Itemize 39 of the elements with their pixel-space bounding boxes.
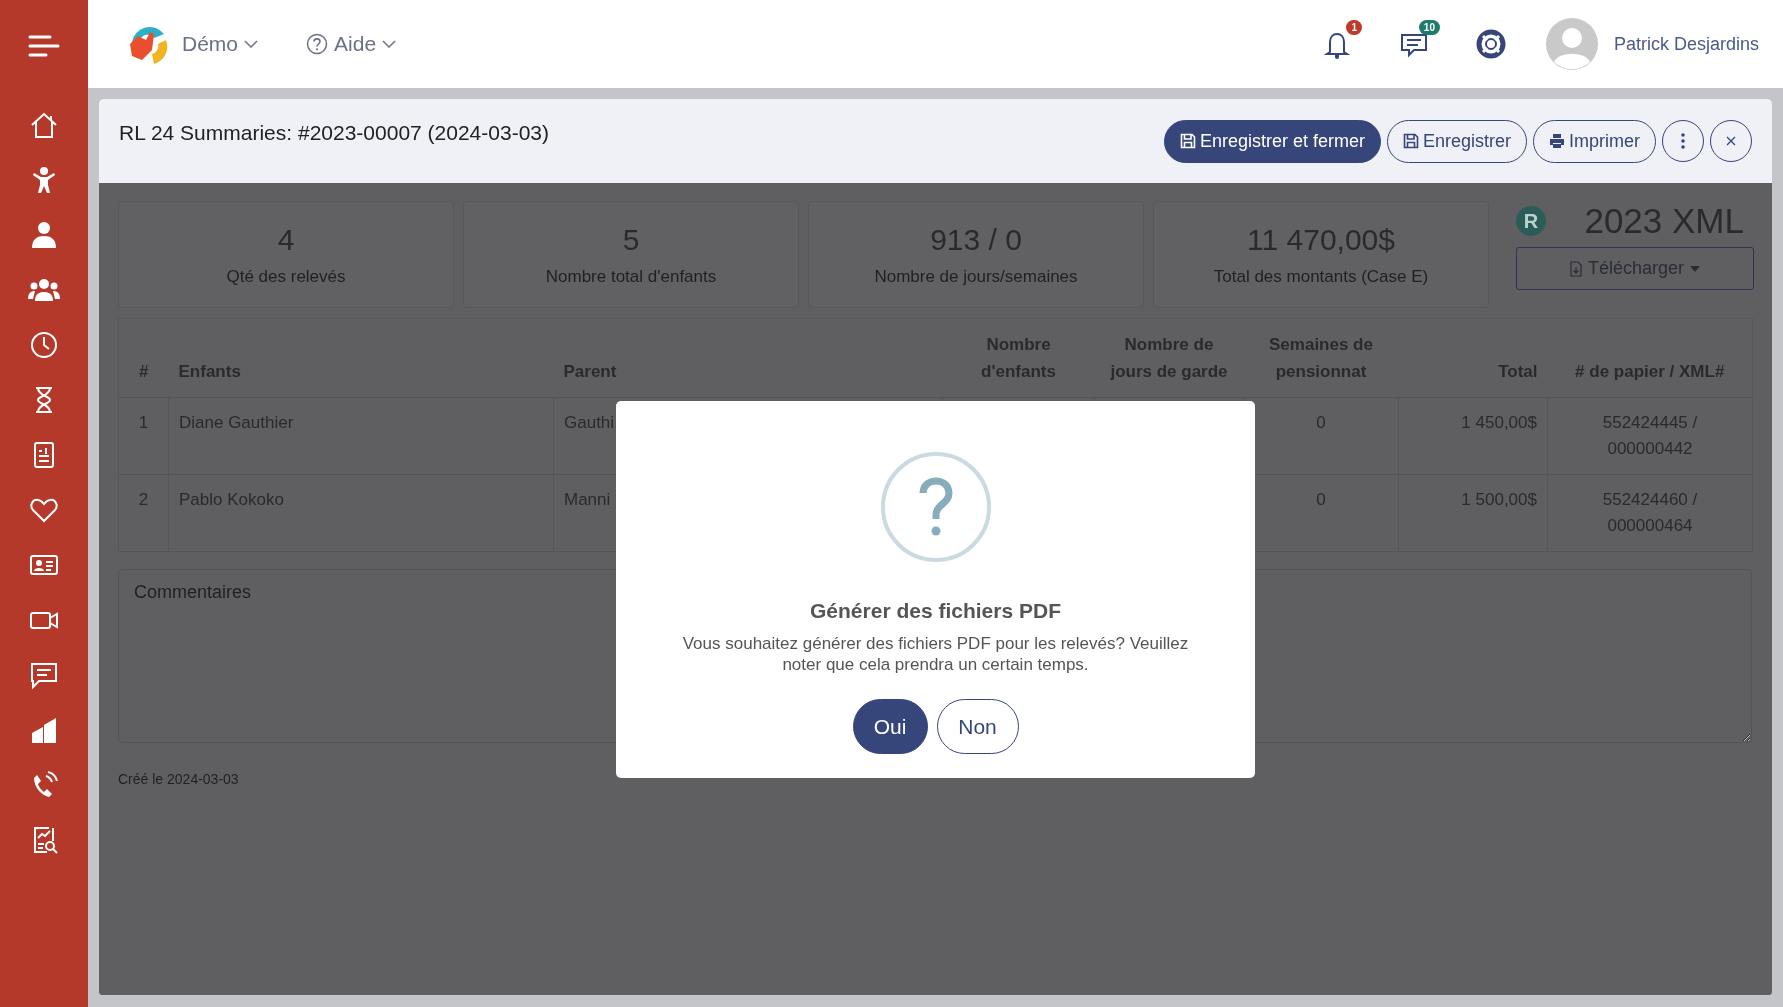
printer-icon (1549, 133, 1565, 149)
close-icon (1726, 136, 1736, 146)
question-icon (879, 451, 992, 563)
column-header: # (118, 318, 169, 398)
caret-icon (1690, 265, 1700, 272)
status-badge: R (1516, 206, 1546, 236)
action-button[interactable]: Enregistrer et fermer (1163, 119, 1381, 163)
stat-label: Total des montants (Case E) (1213, 266, 1429, 287)
save-icon (1179, 133, 1196, 149)
stat-value: 5 (622, 222, 640, 257)
stat-value: 11 470,00$ (1247, 222, 1395, 257)
person-icon[interactable] (29, 220, 59, 250)
home-icon[interactable] (29, 110, 59, 140)
created-date: Créé le 2024-03-03 (118, 771, 240, 787)
stat-value: 4 (277, 222, 295, 257)
clock-icon[interactable] (29, 330, 59, 360)
notification-count: 1 (1346, 20, 1362, 35)
stat-label: Nombre de jours/semaines (874, 266, 1078, 287)
help-dropdown[interactable]: Aide (306, 32, 397, 56)
lifebuoy-icon[interactable] (1475, 29, 1506, 59)
dialog-button[interactable]: Non (936, 699, 1019, 754)
chat-icon[interactable] (29, 660, 59, 690)
stat-value: 913 / 0 (930, 222, 1022, 257)
dialog-message: Vous souhaitez générer des fichiers PDF pour les relevés? Veuillez noter que cela prendra un certain temps. (681, 633, 1190, 675)
help-icon (306, 33, 329, 55)
record-title: RL 24 Summaries: #2023-00007 (2024-03-03) (119, 121, 549, 145)
more-icon (1681, 133, 1685, 149)
chevron-down-icon (382, 40, 397, 48)
message-count: 10 (1418, 20, 1440, 35)
file-download-icon (1569, 260, 1582, 277)
menu-icon[interactable] (28, 34, 60, 58)
stat-label: Qté des relevés (226, 266, 346, 287)
save-icon (1402, 133, 1419, 149)
dialog-title: Générer des fichiers PDF (810, 599, 1061, 623)
chevron-down-icon (244, 40, 259, 48)
user-name[interactable]: Patrick Desjardins (1613, 33, 1759, 55)
stat-label: Nombre total d'enfants (545, 266, 717, 287)
dialog-button[interactable]: Oui (852, 699, 928, 754)
organization-dropdown[interactable]: Démo (182, 32, 259, 56)
